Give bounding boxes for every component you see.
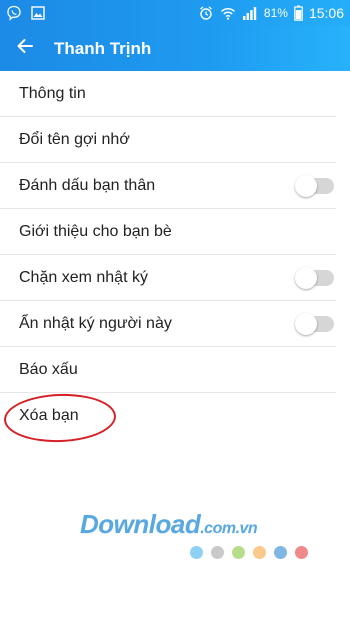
menu-item-report[interactable]: Báo xấu xyxy=(0,347,336,393)
block-diary-toggle[interactable] xyxy=(295,266,334,289)
watermark-dot xyxy=(232,546,245,559)
watermark: Download.com.vn xyxy=(80,509,320,569)
menu-item-introduce-to-friends[interactable]: Giới thiệu cho bạn bè xyxy=(0,209,336,255)
watermark-text: Download xyxy=(80,509,201,539)
options-list: Thông tin Đổi tên gợi nhớ Đánh dấu bạn t… xyxy=(0,71,350,439)
menu-item-label: Giới thiệu cho bạn bè xyxy=(19,222,172,240)
watermark-dot xyxy=(274,546,287,559)
toggle-knob xyxy=(295,174,317,197)
battery-percent: 81% xyxy=(263,6,288,20)
menu-item-label: Thông tin xyxy=(19,84,86,102)
menu-item-unfriend[interactable]: Xóa bạn xyxy=(0,393,336,439)
menu-item-hide-diary[interactable]: Ẩn nhật ký người này xyxy=(0,301,336,347)
watermark-dot xyxy=(190,546,203,559)
close-friend-toggle[interactable] xyxy=(295,174,334,197)
gallery-icon xyxy=(30,5,46,21)
menu-item-label: Báo xấu xyxy=(19,360,78,378)
menu-item-label: Ẩn nhật ký người này xyxy=(19,314,172,332)
wifi-icon xyxy=(220,5,236,21)
status-bar-left xyxy=(6,5,46,21)
menu-item-info[interactable]: Thông tin xyxy=(0,71,336,117)
viber-icon xyxy=(6,5,22,21)
battery-icon xyxy=(294,5,303,21)
page-title: Thanh Trịnh xyxy=(54,38,152,58)
menu-item-mark-close-friend[interactable]: Đánh dấu bạn thân xyxy=(0,163,336,209)
menu-item-label: Xóa bạn xyxy=(19,407,79,424)
menu-item-label: Đánh dấu bạn thân xyxy=(19,176,156,194)
watermark-dots xyxy=(190,546,320,559)
watermark-suffix: .com.vn xyxy=(200,520,258,537)
alarm-icon xyxy=(198,5,214,21)
watermark-dot xyxy=(295,546,308,559)
toggle-knob xyxy=(295,266,317,289)
menu-item-label: Chặn xem nhật ký xyxy=(19,268,148,286)
app-bar: Thanh Trịnh xyxy=(0,26,350,71)
watermark-dot xyxy=(211,546,224,559)
menu-item-label: Đổi tên gợi nhớ xyxy=(19,130,130,148)
watermark-dot xyxy=(253,546,266,559)
menu-item-block-diary[interactable]: Chặn xem nhật ký xyxy=(0,255,336,301)
arrow-left-icon xyxy=(15,36,35,61)
status-bar-right: 81% 15:06 xyxy=(198,5,344,21)
clock-time: 15:06 xyxy=(308,5,344,21)
status-bar: 81% 15:06 xyxy=(0,0,350,26)
hide-diary-toggle[interactable] xyxy=(295,312,334,335)
signal-icon xyxy=(242,5,258,21)
menu-item-rename[interactable]: Đổi tên gợi nhớ xyxy=(0,117,336,163)
toggle-knob xyxy=(295,312,317,335)
back-button[interactable] xyxy=(0,26,50,71)
watermark-logo: Download.com.vn xyxy=(80,509,320,540)
